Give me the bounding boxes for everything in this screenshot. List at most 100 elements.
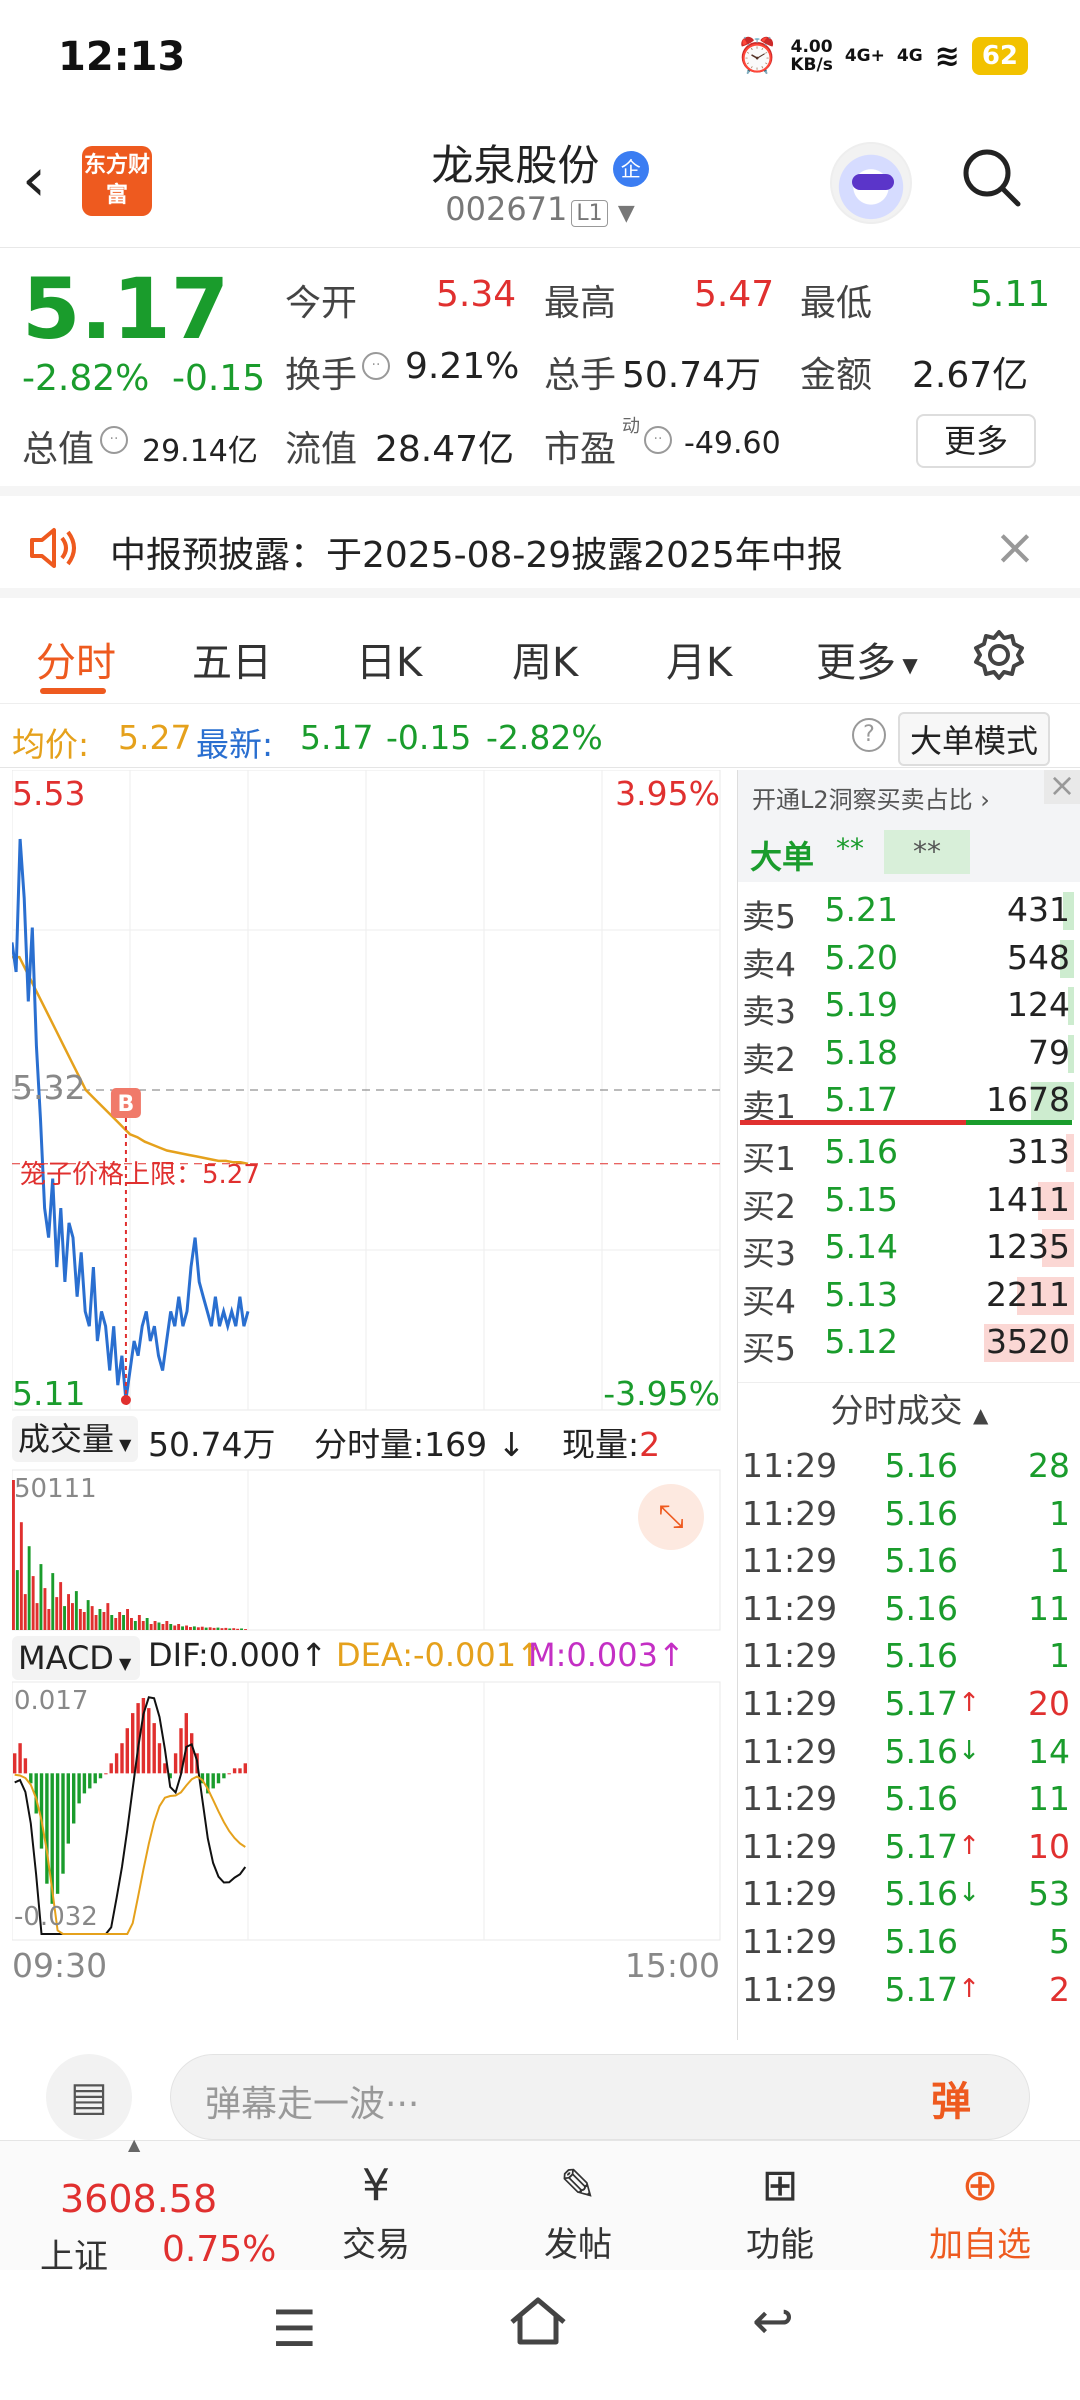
volume-value: 50.74万 (622, 355, 762, 396)
nav-func-label: 功能 (746, 2225, 814, 2265)
search-icon[interactable] (960, 146, 1022, 208)
bid-row-2[interactable]: 买2 5.15 1411 (738, 1176, 1078, 1226)
macd-bar (173, 1753, 178, 1774)
macd-min-label: -0.032 (14, 1902, 98, 1932)
macd-selector-label: MACD (18, 1639, 114, 1677)
intraday-chart-area[interactable]: B 5.53 3.95% 5.32 笼子价格上限：5.27 5.11 -3.95… (10, 769, 732, 2030)
latest-label: 最新: (196, 725, 274, 764)
close-icon[interactable]: × (1044, 769, 1080, 804)
robot-avatar-icon[interactable] (830, 142, 912, 224)
tick-arrow: ↓ (958, 1878, 980, 1909)
volume-bar (51, 1573, 55, 1630)
tab-more[interactable]: 更多 ▼ (816, 630, 918, 688)
ask-row-5[interactable]: 卖1 5.17 1678 (738, 1076, 1078, 1126)
macd-bar (72, 1773, 76, 1824)
danmu-settings-icon[interactable]: ▤ (46, 2054, 132, 2140)
danmu-send-button[interactable]: 弹 (931, 2069, 971, 2127)
l2-hint-link[interactable]: 开通L2洞察买卖占比 › (738, 770, 1080, 820)
big-order-mode-button[interactable]: 大单模式 (898, 712, 1051, 766)
nav-func[interactable]: ⊞ 功能 (710, 2155, 850, 2266)
tab-rik[interactable]: 日K (356, 630, 422, 688)
tick-vol: 11 (1028, 1779, 1070, 1819)
tick-row: 11:29 5.16 ↓ 53 (738, 1870, 1078, 1918)
tick-row: 11:29 5.16 1 (738, 1490, 1078, 1538)
tick-time: 11:29 (742, 1779, 838, 1819)
latest-pct: -2.82% (486, 718, 603, 757)
more-button[interactable]: 更多 (916, 414, 1036, 468)
tab-zhouk[interactable]: 周K (512, 630, 578, 688)
bid-row-4[interactable]: 买4 5.13 2211 (738, 1271, 1078, 1321)
nav-post[interactable]: ✎ 发帖 (508, 2155, 648, 2266)
macd-bar (211, 1773, 215, 1789)
index-value[interactable]: 3608.58 (60, 2177, 217, 2221)
danmu-input[interactable]: 弹幕走一波··· 弹 (170, 2054, 1030, 2140)
current-volume: 现量:2 (562, 1418, 660, 1466)
ask-price: 5.18 (824, 1032, 898, 1072)
volume-bar (240, 1628, 243, 1630)
volume-bar (161, 1624, 165, 1630)
volume-bar (169, 1624, 173, 1630)
ask-row-3[interactable]: 卖3 5.19 124 (738, 981, 1078, 1031)
help-icon[interactable]: ? (852, 718, 886, 752)
tick-row: 11:29 5.16 11 (738, 1585, 1078, 1633)
ask-price: 5.21 (824, 890, 898, 929)
caret-down-icon: ▼ (896, 653, 918, 677)
tab-yuek[interactable]: 月K (666, 630, 732, 688)
order-book-panel: 开通L2洞察买卖占比 › × 大单 ** ** 卖5 5.21 431 卖4 5.20 5… (737, 769, 1080, 2040)
nav-trade[interactable]: ¥ 交易 (306, 2155, 446, 2266)
pct-bottom-label: -3.95% (603, 1374, 720, 1413)
info-circle-icon[interactable]: ·· (100, 426, 128, 454)
latest-change: -0.15 (386, 718, 472, 757)
ask-row-2[interactable]: 卖4 5.20 548 (738, 934, 1078, 984)
info-circle-icon[interactable]: ·· (362, 352, 390, 380)
home-icon[interactable] (506, 2292, 570, 2348)
svg-text:B: B (118, 1092, 135, 1117)
ask-row-1[interactable]: 卖5 5.21 431 (738, 886, 1078, 936)
macd-bar (13, 1753, 17, 1774)
open-label: 今开 (285, 283, 358, 324)
nav-add-watchlist[interactable]: ⊕ 加自选 (910, 2155, 1050, 2266)
bid-vol: 3520 (986, 1322, 1070, 1361)
tick-vol: 1 (1049, 1493, 1070, 1533)
open-value: 5.34 (436, 274, 517, 315)
bid-row-5[interactable]: 买5 5.12 3520 (738, 1318, 1078, 1368)
tick-price: 5.16 (884, 1493, 958, 1533)
menu-icon[interactable]: ☰ (272, 2300, 317, 2358)
bid-row-3[interactable]: 买3 5.14 1235 (738, 1223, 1078, 1273)
ask-row-4[interactable]: 卖2 5.18 79 (738, 1029, 1078, 1079)
volume-selector[interactable]: 成交量 ▼ (12, 1416, 138, 1462)
volume-bar (90, 1606, 94, 1630)
big-order-label: 大单 (750, 838, 815, 876)
macd-dea: DEA:-0.001↑ (336, 1636, 543, 1674)
bid-row-1[interactable]: 买1 5.16 313 (738, 1128, 1078, 1178)
macd-bar (157, 1743, 162, 1774)
volume-label: 总手 (544, 355, 617, 396)
tab-fenshi[interactable]: 分时 (36, 630, 116, 688)
macd-selector[interactable]: MACD ▼ (12, 1636, 140, 1680)
tick-price: 5.16 (884, 1922, 958, 1961)
ask-label: 卖5 (742, 897, 796, 936)
ticks-header[interactable]: 分时成交 ▲ (738, 1382, 1080, 1438)
macd-dea-value: DEA:-0.001 (336, 1636, 517, 1674)
change-pct: -2.82% (22, 358, 150, 399)
notice-bar[interactable]: 中报预披露：于2025-08-29披露2025年中报 × (0, 500, 1080, 598)
expand-icon[interactable]: ⤡ (638, 1484, 704, 1550)
ticks-title: 分时成交 (830, 1391, 963, 1430)
ask-label: 卖3 (742, 992, 796, 1031)
volume-bar (106, 1603, 110, 1630)
volume-bar (173, 1625, 177, 1630)
macd-bar (98, 1773, 103, 1779)
settings-gear-icon[interactable] (970, 626, 1028, 684)
macd-m-value: M:0.003 (528, 1636, 658, 1674)
volume-bar (94, 1615, 98, 1630)
nav-post-label: 发帖 (544, 2225, 612, 2265)
tab-wuri[interactable]: 五日 (192, 630, 272, 688)
tab-more-label: 更多 (816, 640, 896, 686)
info-circle-icon[interactable]: ·· (644, 426, 672, 454)
chevron-down-icon: ▼ (617, 201, 635, 226)
back-nav-icon[interactable]: ↩ (752, 2292, 794, 2350)
close-icon[interactable]: × (994, 518, 1036, 576)
latest-value: 5.17 (300, 718, 374, 757)
index-pct[interactable]: 0.75% (162, 2229, 276, 2270)
stock-code[interactable]: 002671 L1 ▼ (0, 190, 1080, 228)
